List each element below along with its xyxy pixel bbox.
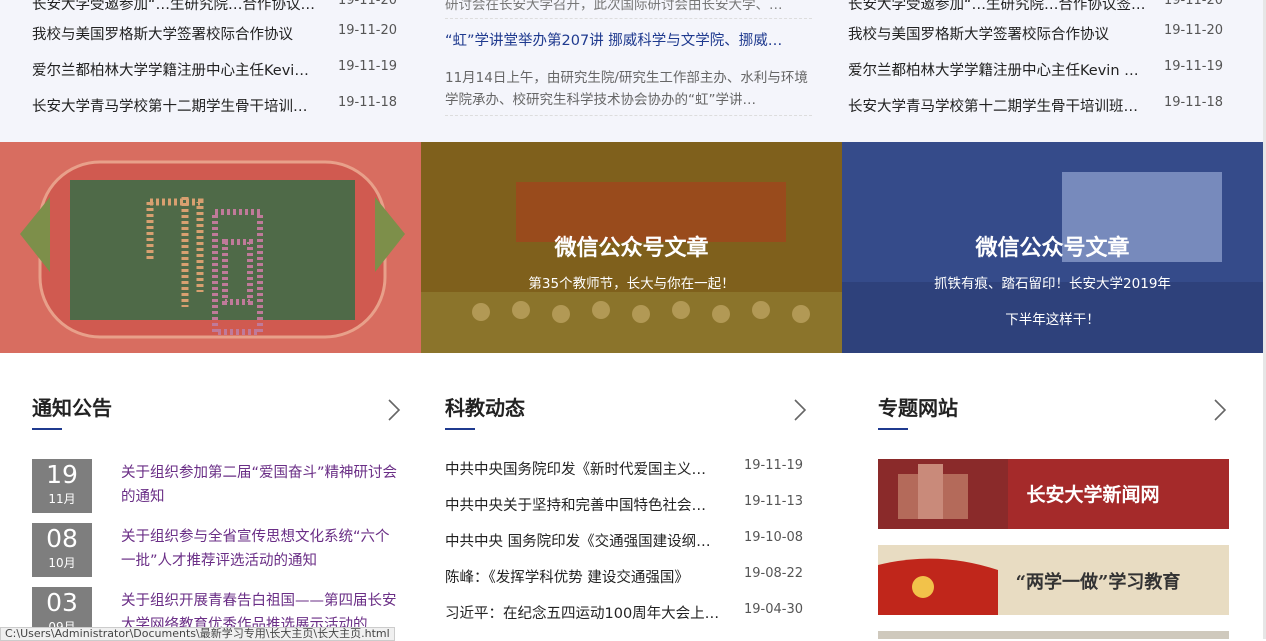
news-date: 19-08-22 bbox=[744, 566, 804, 581]
news-site-banner: 长安大学新闻网 bbox=[878, 459, 1229, 529]
liangxue-site-banner: “两学一做”学习教育 bbox=[878, 545, 1229, 615]
notice-item[interactable]: 08 10月 关于组织参与全省宣传思想文化系统“六个一批”人才推荐评选活动的通知 bbox=[32, 523, 412, 577]
news-title[interactable]: 爱尔兰都柏林大学学籍注册中心主任Kevi… bbox=[32, 59, 317, 80]
divider bbox=[445, 115, 812, 116]
news-date: 19-11-19 bbox=[744, 458, 804, 473]
news-title[interactable]: 长安大学青马学校第十二期学生骨干培训班… bbox=[848, 95, 1146, 116]
news-date: 19-11-18 bbox=[338, 95, 398, 110]
news-date: 19-04-30 bbox=[744, 602, 804, 617]
news-date: 19-11-20 bbox=[338, 0, 398, 8]
section-title-notices: 通知公告 bbox=[32, 396, 112, 420]
list-item[interactable]: 长安大学青马学校第十二期学生骨干培训班… 19-11-18 bbox=[848, 95, 1226, 115]
notice-item[interactable]: 19 11月 关于组织参加第二届“爱国奋斗”精神研讨会的通知 bbox=[32, 459, 412, 513]
banner-title: 微信公众号文章 bbox=[554, 236, 709, 261]
news-date: 19-10-08 bbox=[744, 530, 804, 545]
banner-subtitle-2: 下半年这样干！ bbox=[1005, 312, 1100, 328]
banner-track-field-photo[interactable] bbox=[0, 142, 421, 353]
top-news-strip: 长安大学受邀参加“…生研究院…合作协议签… 19-11-20 我校与美国罗格斯大… bbox=[0, 0, 1266, 142]
site-label: “两学一做”学习教育 bbox=[1016, 571, 1181, 593]
stadium-image bbox=[0, 142, 421, 353]
list-item[interactable]: 中共中央 国务院印发《交通强国建设纲… 19-10-08 bbox=[445, 530, 805, 550]
list-item[interactable]: 习近平：在纪念五四运动100周年大会上… 19-04-30 bbox=[445, 602, 805, 622]
section-underline bbox=[878, 428, 908, 430]
news-date: 19-11-18 bbox=[1164, 95, 1224, 110]
date-day: 03 bbox=[46, 588, 78, 617]
section-underline bbox=[445, 428, 475, 430]
chevron-right-icon[interactable] bbox=[1208, 398, 1232, 422]
banner-meeting[interactable]: 微信公众号文章 抓铁有痕、踏石留印！长安大学2019年 下半年这样干！ bbox=[842, 142, 1263, 353]
news-title[interactable]: 长安大学受邀参加“…生研究院…合作协议签… bbox=[32, 0, 317, 14]
date-month: 11月 bbox=[48, 492, 76, 506]
featured-news-title[interactable]: “虹”学讲堂举办第207讲 挪威科学与文学院、挪威… bbox=[445, 29, 810, 50]
news-date: 19-11-19 bbox=[1164, 59, 1224, 74]
notice-title[interactable]: 关于组织参加第二届“爱国奋斗”精神研讨会的通知 bbox=[121, 461, 401, 509]
chevron-right-icon[interactable] bbox=[382, 398, 406, 422]
news-title[interactable]: 我校与美国罗格斯大学签署校际合作协议 bbox=[848, 23, 1146, 44]
date-box: 08 10月 bbox=[32, 523, 92, 577]
date-day: 19 bbox=[46, 460, 78, 489]
banner-subtitle: 抓铁有痕、踏石留印！长安大学2019年 bbox=[934, 276, 1171, 292]
news-title[interactable]: 中共中央关于坚持和完善中国特色社会… bbox=[445, 494, 725, 515]
news-title[interactable]: 长安大学青马学校第十二期学生骨干培训… bbox=[32, 95, 317, 116]
news-title[interactable]: 中共中央国务院印发《新时代爱国主义… bbox=[445, 458, 725, 479]
list-item[interactable]: 长安大学青马学校第十二期学生骨干培训… 19-11-18 bbox=[32, 95, 400, 115]
news-title[interactable]: 陈峰：《发挥学科优势 建设交通强国》 bbox=[445, 566, 725, 587]
section-underline bbox=[32, 428, 62, 430]
news-date: 19-11-13 bbox=[744, 494, 804, 509]
news-title[interactable]: 习近平：在纪念五四运动100周年大会上… bbox=[445, 602, 725, 623]
featured-news-desc: 11月14日上午，由研究生院/研究生工作部主办、水利与环境学院承办、校研究生科学… bbox=[445, 70, 808, 108]
section-title-zhuanti: 专题网站 bbox=[878, 396, 958, 420]
news-title[interactable]: 爱尔兰都柏林大学学籍注册中心主任Kevin … bbox=[848, 59, 1146, 80]
date-day: 08 bbox=[46, 524, 78, 553]
chevron-right-icon[interactable] bbox=[788, 398, 812, 422]
section-title-kejiao: 科教动态 bbox=[445, 396, 525, 420]
banner-teachers-day[interactable]: 微信公众号文章 第35个教师节，长大与你在一起！ bbox=[421, 142, 842, 353]
list-item[interactable]: 我校与美国罗格斯大学签署校际合作协议 19-11-20 bbox=[848, 23, 1226, 43]
list-item[interactable]: 我校与美国罗格斯大学签署校际合作协议 19-11-20 bbox=[32, 23, 400, 43]
list-item[interactable]: 爱尔兰都柏林大学学籍注册中心主任Kevin … 19-11-19 bbox=[848, 59, 1226, 79]
list-item[interactable]: 中共中央国务院印发《新时代爱国主义… 19-11-19 bbox=[445, 458, 805, 478]
list-item[interactable]: 爱尔兰都柏林大学学籍注册中心主任Kevi… 19-11-19 bbox=[32, 59, 400, 79]
divider bbox=[445, 18, 812, 19]
banner-title: 微信公众号文章 bbox=[975, 236, 1130, 261]
list-item[interactable]: 长安大学受邀参加“…生研究院…合作协议签… 19-11-20 bbox=[32, 0, 400, 13]
news-date: 19-11-19 bbox=[338, 59, 398, 74]
site-link-next[interactable] bbox=[878, 631, 1229, 639]
news-title[interactable]: 中共中央 国务院印发《交通强国建设纲… bbox=[445, 530, 725, 551]
date-box: 19 11月 bbox=[32, 459, 92, 513]
site-label: 长安大学新闻网 bbox=[1026, 483, 1159, 506]
news-date: 19-11-20 bbox=[1164, 0, 1224, 8]
list-item[interactable]: 陈峰：《发挥学科优势 建设交通强国》 19-08-22 bbox=[445, 566, 805, 586]
date-month: 10月 bbox=[48, 556, 76, 570]
site-link-news[interactable]: 长安大学新闻网 bbox=[878, 459, 1229, 529]
news-date: 19-11-20 bbox=[338, 23, 398, 38]
news-desc-text: 研讨会在长安大学召开，此次国际研讨会由长安大学、… bbox=[445, 0, 783, 13]
banner-subtitle: 第35个教师节，长大与你在一起！ bbox=[528, 276, 735, 292]
list-item[interactable]: 长安大学受邀参加“…生研究院…合作协议签… 19-11-20 bbox=[848, 0, 1226, 13]
news-title[interactable]: 长安大学受邀参加“…生研究院…合作协议签… bbox=[848, 0, 1146, 14]
news-title[interactable]: 我校与美国罗格斯大学签署校际合作协议 bbox=[32, 23, 317, 44]
news-desc-cut: 研讨会在长安大学召开，此次国际研讨会由长安大学、… bbox=[445, 0, 810, 13]
site-link-liangxue[interactable]: “两学一做”学习教育 bbox=[878, 545, 1229, 615]
list-item[interactable]: 中共中央关于坚持和完善中国特色社会… 19-11-13 bbox=[445, 494, 805, 514]
notice-title[interactable]: 关于组织参与全省宣传思想文化系统“六个一批”人才推荐评选活动的通知 bbox=[121, 525, 401, 573]
news-date: 19-11-20 bbox=[1164, 23, 1224, 38]
